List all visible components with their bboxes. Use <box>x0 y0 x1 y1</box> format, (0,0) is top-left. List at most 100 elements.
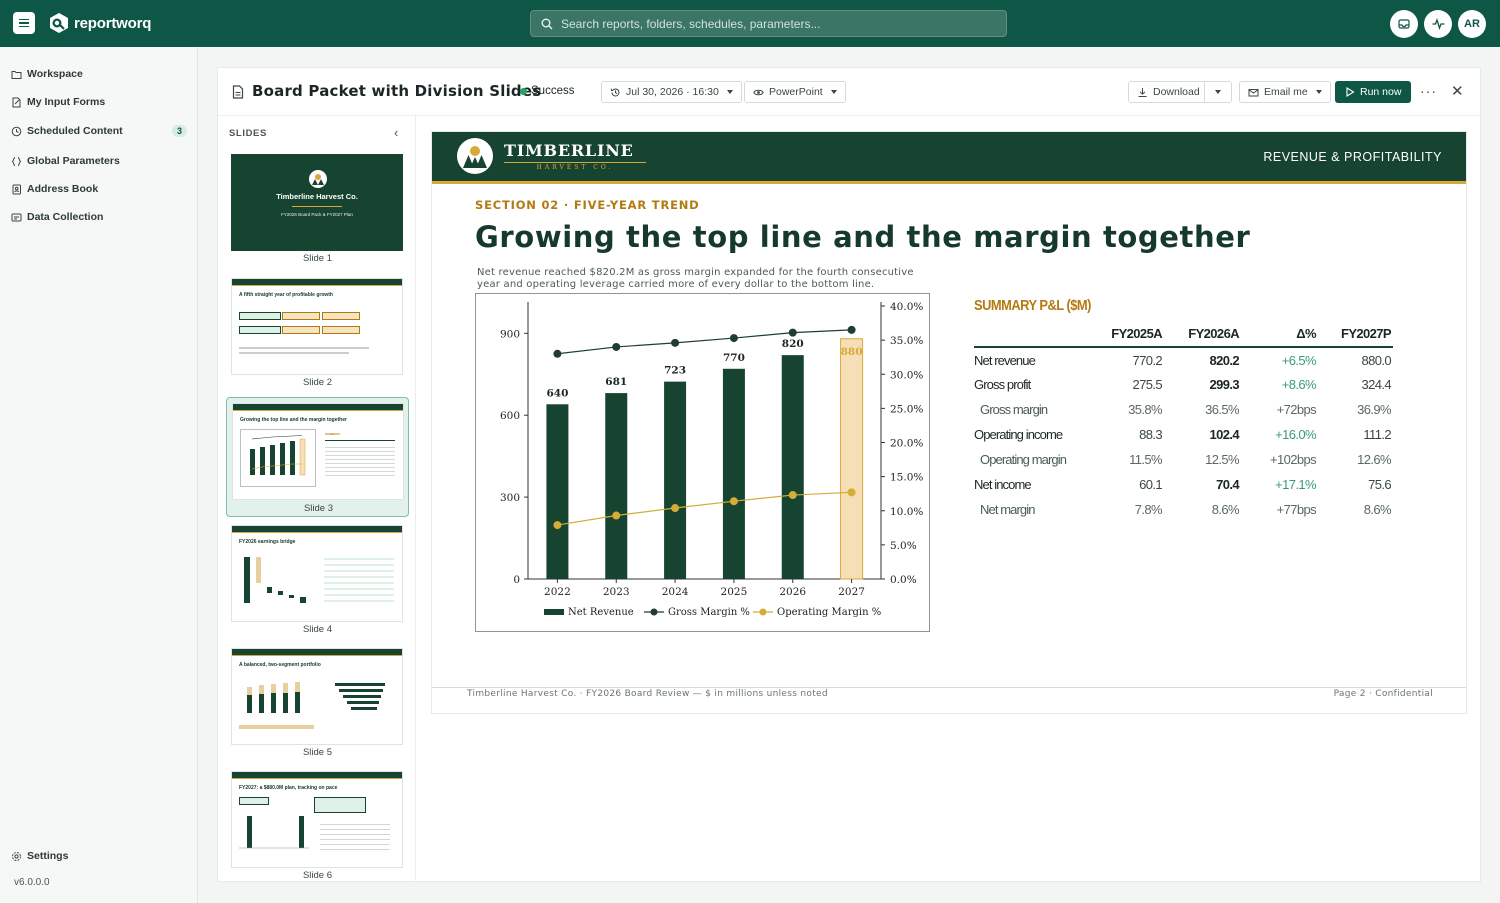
sidebar-item-label: My Input Forms <box>27 96 106 108</box>
thumb-text-line <box>239 347 369 349</box>
search-input[interactable] <box>561 16 1006 31</box>
more-options-icon[interactable]: ··· <box>1420 83 1437 99</box>
table-cell: 88.3 <box>1139 427 1163 442</box>
table-cell: +102bps <box>1269 452 1317 467</box>
row-label: Gross margin <box>980 402 1048 417</box>
thumb-text-lines <box>320 820 390 850</box>
bar-data-label: 770 <box>723 352 745 364</box>
document-icon <box>232 85 244 99</box>
slide-thumbnail-6[interactable]: FY2027: a $880.0M plan, tracking on pace… <box>226 766 409 883</box>
legend-label: Net Revenue <box>568 607 634 618</box>
row-label: Net margin <box>980 502 1035 517</box>
slide-thumbnail-5[interactable]: A balanced, two-segment portfolio Slide … <box>226 643 409 761</box>
clock-icon <box>11 126 22 136</box>
table-cell: 70.4 <box>1216 477 1240 492</box>
collection-icon <box>11 213 22 221</box>
thumb-band-gold <box>233 410 403 411</box>
report-title: Board Packet with Division Slides <box>252 82 542 100</box>
hamburger-menu-icon[interactable] <box>13 12 35 34</box>
sidebar-item-scheduled-content[interactable]: Scheduled Content 3 <box>11 125 187 137</box>
report-header: Board Packet with Division Slides Succes… <box>218 68 1480 116</box>
bar-data-label: 640 <box>546 387 568 399</box>
thumb-table-rows <box>324 554 394 604</box>
y-tick-label: 900 <box>500 328 520 340</box>
thumb-kpi <box>322 312 360 320</box>
logo-mark-icon <box>50 13 68 33</box>
thumb-bar-chart <box>239 816 309 849</box>
braces-icon <box>11 156 22 166</box>
thumb-kpi <box>282 326 320 334</box>
global-search[interactable] <box>530 10 1007 37</box>
download-button[interactable]: Download <box>1128 81 1209 103</box>
y2-tick-label: 35.0% <box>890 335 923 347</box>
close-icon[interactable]: ✕ <box>1451 82 1464 100</box>
sidebar-item-global-parameters[interactable]: Global Parameters <box>11 155 187 167</box>
bar-data-label: 681 <box>605 376 627 388</box>
slide-thumbnail-3[interactable]: Growing the top line and the margin toge… <box>226 397 409 517</box>
gross-margin-line <box>557 329 852 355</box>
legend-swatch-net-revenue <box>544 609 564 615</box>
legend-label: Gross Margin % <box>668 607 750 618</box>
thumb-bridge-chart <box>244 557 306 603</box>
slide-preview: FY2027: a $880.0M plan, tracking on pace <box>231 771 403 868</box>
inbox-button[interactable] <box>1390 10 1418 38</box>
slide-thumbnail-4[interactable]: FY2026 earnings bridge Slide 4 <box>226 520 409 638</box>
thumb-kpi <box>322 326 360 334</box>
run-time-value: Jul 30, 2026 · 16:30 <box>626 86 719 98</box>
slide-1-subtitle: FY2026 Board Pack & FY2027 Plan <box>281 212 353 217</box>
history-icon <box>611 87 620 96</box>
table-cell: 11.5% <box>1129 452 1163 467</box>
table-cell: 75.6 <box>1368 477 1392 492</box>
run-now-button[interactable]: Run now <box>1335 81 1412 103</box>
y2-tick-label: 25.0% <box>890 403 923 415</box>
status-text: Success <box>531 85 575 97</box>
sidebar-item-address-book[interactable]: Address Book <box>11 183 187 195</box>
app-logo[interactable]: reportworq <box>48 12 151 34</box>
table-row: Operating income 88.3 102.4 +16.0% 111.2 <box>974 422 1393 447</box>
run-history-dropdown[interactable]: Jul 30, 2026 · 16:30 <box>601 81 742 103</box>
gross-margin-point <box>671 338 680 347</box>
slide-thumbnail-1[interactable]: Timberline Harvest Co. FY2026 Board Pack… <box>226 149 409 267</box>
sidebar-item-data-collection[interactable]: Data Collection <box>11 211 187 223</box>
thumb-table-title: SUMMARY <box>325 432 341 436</box>
format-dropdown[interactable]: PowerPoint <box>744 81 846 103</box>
table-row: Net income 60.1 70.4 +17.1% 75.6 <box>974 472 1393 497</box>
sidebar-item-settings[interactable]: Settings <box>11 850 187 862</box>
thumb-band-gold <box>232 285 402 286</box>
sidebar-item-label: Workspace <box>27 68 83 80</box>
table-cell: +17.1% <box>1275 477 1316 492</box>
sidebar-item-my-input-forms[interactable]: My Input Forms <box>11 96 187 108</box>
eye-icon <box>753 89 764 95</box>
slide-brand: TIMBERLINE HARVEST CO. <box>456 137 646 175</box>
thumb-chart <box>240 429 316 487</box>
collapse-rail-icon[interactable]: ‹ <box>394 125 398 140</box>
row-label: Net revenue <box>974 352 1036 368</box>
table-row: Net margin 7.8% 8.6% +77bps 8.6% <box>974 497 1393 522</box>
format-value: PowerPoint <box>769 86 823 98</box>
y2-tick-label: 30.0% <box>890 369 923 381</box>
column-header: Δ% <box>1241 326 1318 348</box>
user-avatar[interactable]: AR <box>1458 10 1486 38</box>
activity-button[interactable] <box>1424 10 1452 38</box>
slide-3-title: Growing the top line and the margin toge… <box>240 417 347 423</box>
table-cell: 820.2 <box>1209 352 1239 368</box>
download-options-button[interactable] <box>1204 81 1232 103</box>
folder-icon <box>11 70 22 79</box>
table-cell: +8.6% <box>1281 377 1317 392</box>
legend-label: Operating Margin % <box>777 607 881 618</box>
slide-4-title: FY2026 earnings bridge <box>239 539 296 545</box>
slide-canvas: TIMBERLINE HARVEST CO. REVENUE & PROFITA… <box>431 131 1467 714</box>
legend-marker-gross-margin <box>650 608 658 616</box>
table-cell: 36.9% <box>1357 402 1391 417</box>
email-me-dropdown[interactable]: Email me <box>1239 81 1331 103</box>
slide-6-title: FY2027: a $880.0M plan, tracking on pace <box>239 785 338 791</box>
thumb-band-gold <box>232 778 402 779</box>
gross-margin-point <box>788 328 797 337</box>
slide-thumbnail-2[interactable]: A fifth straight year of profitable grow… <box>226 273 409 391</box>
slide-lede: Net revenue reached $820.2M as gross mar… <box>477 267 914 290</box>
download-label: Download <box>1153 86 1200 98</box>
table-cell: +72bps <box>1276 402 1317 417</box>
sidebar-item-workspace[interactable]: Workspace <box>11 68 187 80</box>
thumb-progress-bar <box>239 725 314 729</box>
thumb-table-rule <box>325 440 395 441</box>
